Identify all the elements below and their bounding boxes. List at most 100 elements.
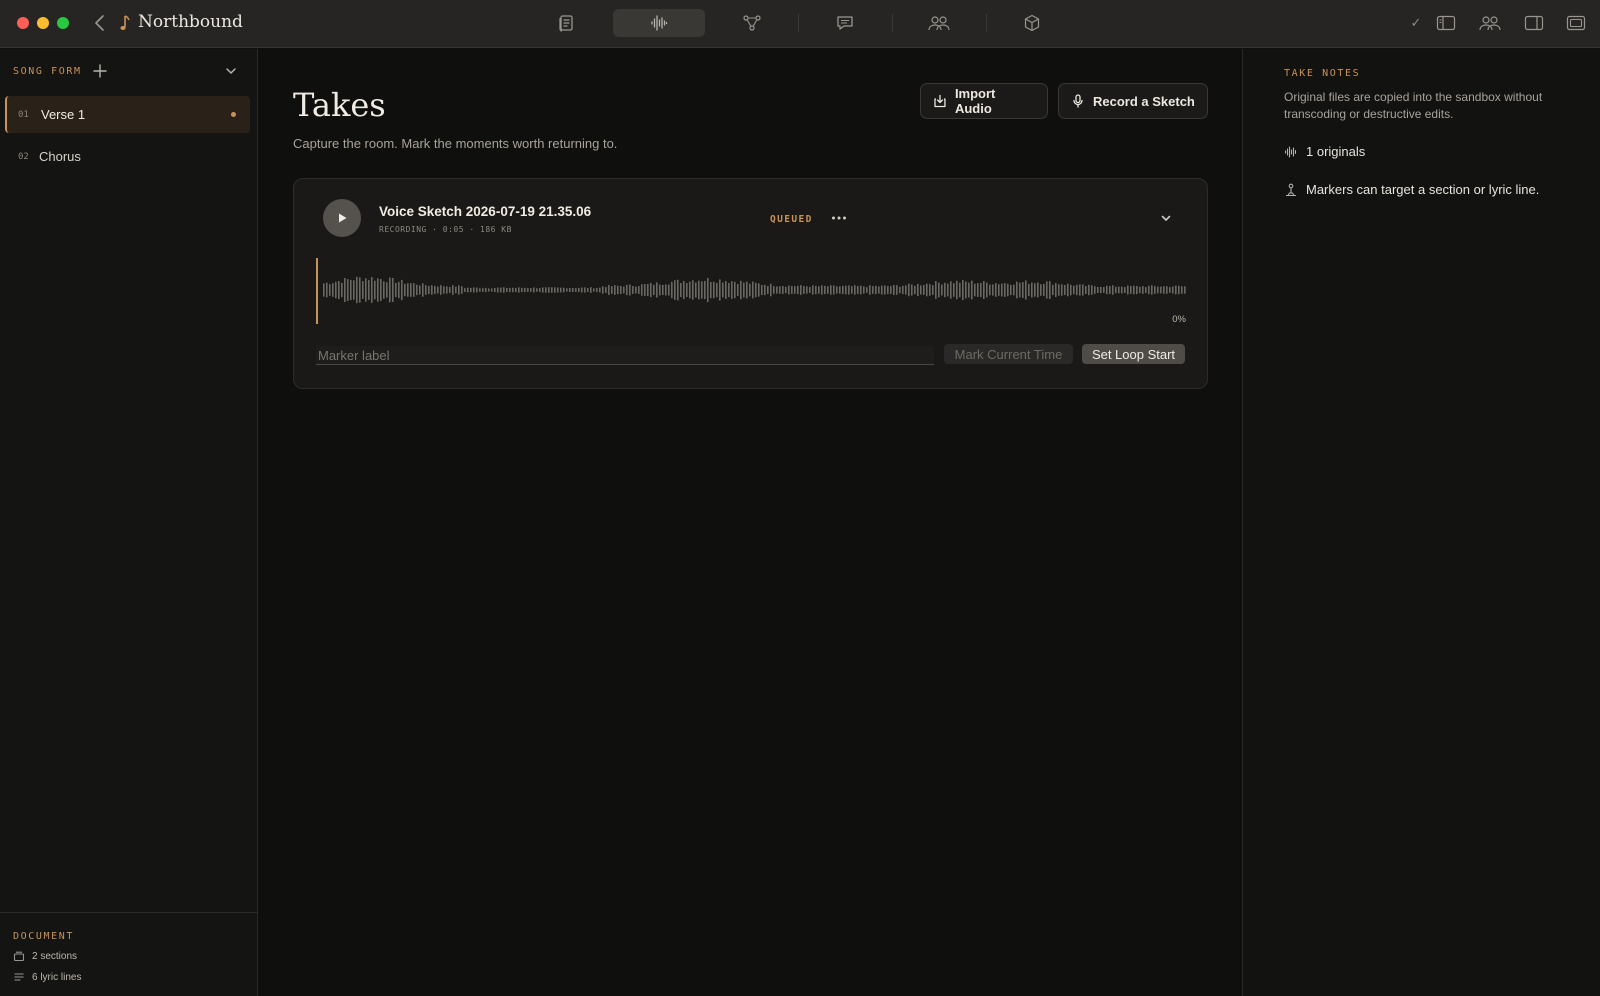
waveform-bar (662, 284, 664, 296)
waveform-bar (584, 287, 586, 293)
marker-pin-icon (1286, 183, 1296, 196)
waveform-bar (1055, 283, 1057, 297)
waveform-bar (323, 283, 325, 297)
record-sketch-button[interactable]: Record a Sketch (1058, 83, 1208, 119)
toggle-left-sidebar-button[interactable] (1434, 12, 1458, 34)
waveform-bar (986, 282, 988, 298)
section-label: Chorus (39, 149, 81, 164)
waveform-bar (1067, 283, 1069, 297)
chevron-down-icon[interactable] (1159, 211, 1173, 225)
waveform-bar (416, 284, 418, 296)
waveform-bar (1016, 281, 1018, 299)
waveform-bar (371, 277, 373, 303)
waveform-bar (1151, 285, 1153, 295)
waveform-bar (551, 287, 553, 293)
waveform-bar (398, 281, 400, 299)
waveform-bar (593, 288, 595, 292)
lines-icon (14, 973, 24, 981)
waveform-bar (671, 281, 673, 299)
waveform-bar (773, 286, 775, 294)
lyric-lines-label: 6 lyric lines (32, 971, 82, 983)
mark-current-time-button[interactable]: Mark Current Time (944, 344, 1073, 364)
waveform-bar (626, 284, 628, 296)
waveform-bar (485, 287, 487, 293)
close-window-button[interactable] (17, 17, 29, 29)
waveform-bar (647, 283, 649, 297)
marker-label-input[interactable] (316, 346, 934, 365)
toolbar-graph-tab[interactable] (706, 9, 798, 37)
play-button[interactable] (323, 199, 361, 237)
waveform[interactable] (315, 258, 1188, 324)
waveform-bar (818, 286, 820, 294)
toolbar-takes-tab[interactable] (613, 9, 705, 37)
waveform-bar (803, 286, 805, 294)
waveform-bar (659, 284, 661, 296)
waveform-bar (530, 288, 532, 292)
waveform-bar (401, 279, 403, 301)
waveform-bar (365, 278, 367, 302)
waveform-bar (1019, 282, 1021, 298)
waveform-bar (1085, 286, 1087, 294)
waveform-bar (749, 283, 751, 297)
waveform-bar (1109, 286, 1111, 294)
collaborators-button[interactable] (1476, 12, 1504, 34)
waveform-bar (743, 282, 745, 298)
toolbar-comments-tab[interactable] (799, 9, 891, 37)
sidebar-header: SONG FORM (13, 66, 82, 77)
zoom-window-button[interactable] (57, 17, 69, 29)
toolbar-package-tab[interactable] (986, 9, 1078, 37)
toggle-right-sidebar-button[interactable] (1522, 12, 1546, 34)
right-sidebar-icon (1524, 15, 1544, 31)
waveform-bar (1049, 281, 1051, 299)
waveform-bar (893, 284, 895, 296)
waveform-bar (941, 284, 943, 296)
waveform-bar (554, 287, 556, 293)
waveform-bar (929, 284, 931, 296)
waveform-bar (761, 284, 763, 296)
waveform-bar (548, 287, 550, 293)
add-section-icon[interactable] (92, 63, 108, 79)
waveform-bar (923, 285, 925, 295)
waveform-bar (1115, 286, 1117, 294)
waveform-bar (332, 283, 334, 297)
waveform-bar (350, 279, 352, 301)
waveform-bar (959, 282, 961, 298)
toolbar-lyrics-tab[interactable] (520, 9, 612, 37)
sidebar-item-chorus[interactable]: 02 Chorus (5, 138, 250, 175)
waveform-bar (1163, 286, 1165, 294)
minimize-window-button[interactable] (37, 17, 49, 29)
waveform-bar (656, 282, 658, 298)
stack-icon (13, 951, 25, 962)
waveform-bar (770, 283, 772, 297)
waveform-bar (407, 283, 409, 297)
waveform-bar (809, 287, 811, 293)
chevron-left-icon[interactable] (90, 12, 110, 34)
fullscreen-button[interactable] (1564, 12, 1588, 34)
take-meta: RECORDING · 0:05 · 186 KB (379, 225, 512, 234)
playhead[interactable] (316, 258, 318, 324)
more-options-icon[interactable] (829, 209, 849, 227)
toolbar-collaborators-tab[interactable] (893, 9, 985, 37)
waveform-bar (521, 287, 523, 293)
waveform-bar (635, 286, 637, 294)
waveform-bar (869, 285, 871, 295)
waveform-bar (719, 279, 721, 301)
waveform-bar (470, 287, 472, 293)
waveform-bar (1031, 282, 1033, 298)
microphone-icon (1073, 94, 1083, 108)
waveform-bar (1169, 287, 1171, 293)
sidebar-item-verse-1[interactable]: 01 Verse 1 (5, 96, 250, 133)
import-audio-button[interactable]: Import Audio (920, 83, 1048, 119)
waveform-bar (575, 288, 577, 292)
waveform-bar (446, 286, 448, 294)
waveform-bar (1013, 284, 1015, 296)
waveform-bar (464, 288, 466, 292)
waveform-bar (686, 283, 688, 297)
waveform-bar (989, 284, 991, 296)
takes-main: Takes Capture the room. Mark the moments… (258, 49, 1242, 996)
set-loop-start-button[interactable]: Set Loop Start (1082, 344, 1185, 364)
waveform-bar (566, 288, 568, 292)
chevron-down-icon[interactable] (224, 64, 238, 78)
waveform-bar (884, 285, 886, 295)
waveform-bar (824, 285, 826, 295)
